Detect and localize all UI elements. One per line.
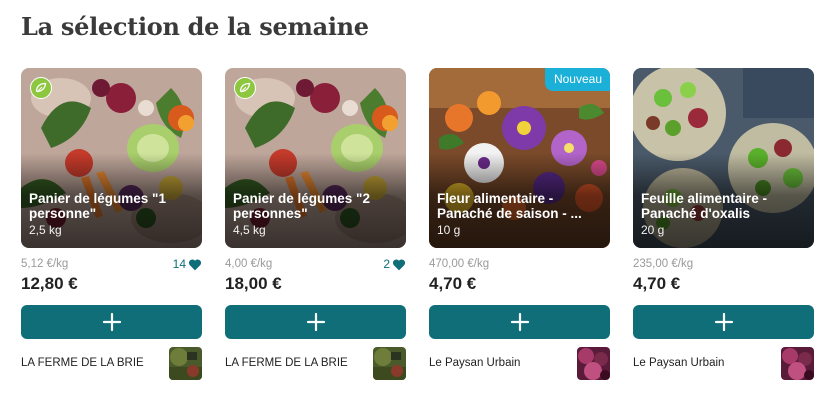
product-name[interactable]: Fleur alimentaire - Panaché de saison - … (437, 191, 602, 221)
producer-avatar[interactable] (373, 347, 406, 380)
product-weight: 2,5 kg (29, 223, 62, 237)
unit-price: 470,00 €/kg (429, 258, 490, 270)
heart-icon[interactable] (188, 258, 202, 271)
product-card[interactable]: Panier de légumes "2 personnes" 4,5 kg 4… (225, 68, 406, 381)
product-image[interactable]: Feuille alimentaire - Panaché d'oxalis 2… (633, 68, 814, 248)
likes-count: 14 (172, 257, 186, 271)
unit-price: 4,00 €/kg (225, 258, 273, 270)
product-weight: 4,5 kg (233, 223, 266, 237)
new-badge: Nouveau (544, 68, 610, 91)
product-price: 4,70 € (429, 274, 477, 293)
product-card[interactable]: Feuille alimentaire - Panaché d'oxalis 2… (633, 68, 814, 381)
product-price: 4,70 € (633, 274, 681, 293)
heart-icon[interactable] (392, 258, 406, 271)
producer-name[interactable]: Le Paysan Urbain (429, 357, 520, 369)
product-card[interactable]: Panier de légumes "1 personne" 2,5 kg 5,… (21, 68, 202, 381)
product-price: 12,80 € (21, 274, 78, 293)
product-name[interactable]: Feuille alimentaire - Panaché d'oxalis (641, 191, 806, 221)
plus-icon (306, 312, 325, 332)
add-to-cart-button[interactable] (633, 305, 814, 339)
product-card[interactable]: Nouveau Fleur alimentaire - Panaché de s… (429, 68, 610, 381)
product-image[interactable]: Panier de légumes "2 personnes" 4,5 kg (225, 68, 406, 248)
organic-badge-icon (30, 77, 52, 99)
product-weight: 10 g (437, 223, 461, 237)
likes-count: 2 (383, 257, 390, 271)
product-image[interactable]: Nouveau Fleur alimentaire - Panaché de s… (429, 68, 610, 248)
plus-icon (714, 312, 733, 332)
likes-counter[interactable]: 2 (383, 257, 406, 271)
producer-avatar[interactable] (169, 347, 202, 380)
unit-price: 235,00 €/kg (633, 258, 694, 270)
producer-avatar[interactable] (577, 347, 610, 380)
product-price: 18,00 € (225, 274, 282, 293)
product-name[interactable]: Panier de légumes "1 personne" (29, 191, 194, 221)
likes-counter[interactable]: 14 (173, 257, 202, 271)
unit-price: 5,12 €/kg (21, 258, 69, 270)
add-to-cart-button[interactable] (21, 305, 202, 339)
add-to-cart-button[interactable] (225, 305, 406, 339)
product-name[interactable]: Panier de légumes "2 personnes" (233, 191, 398, 221)
organic-badge-icon (234, 77, 256, 99)
product-weight: 20 g (641, 223, 665, 237)
product-image[interactable]: Panier de légumes "1 personne" 2,5 kg (21, 68, 202, 248)
plus-icon (102, 312, 121, 332)
producer-avatar[interactable] (781, 347, 814, 380)
plus-icon (510, 312, 529, 332)
section-title: La sélection de la semaine (21, 12, 369, 41)
producer-name[interactable]: Le Paysan Urbain (633, 357, 724, 369)
producer-name[interactable]: LA FERME DE LA BRIE (225, 357, 348, 369)
producer-name[interactable]: LA FERME DE LA BRIE (21, 357, 144, 369)
add-to-cart-button[interactable] (429, 305, 610, 339)
